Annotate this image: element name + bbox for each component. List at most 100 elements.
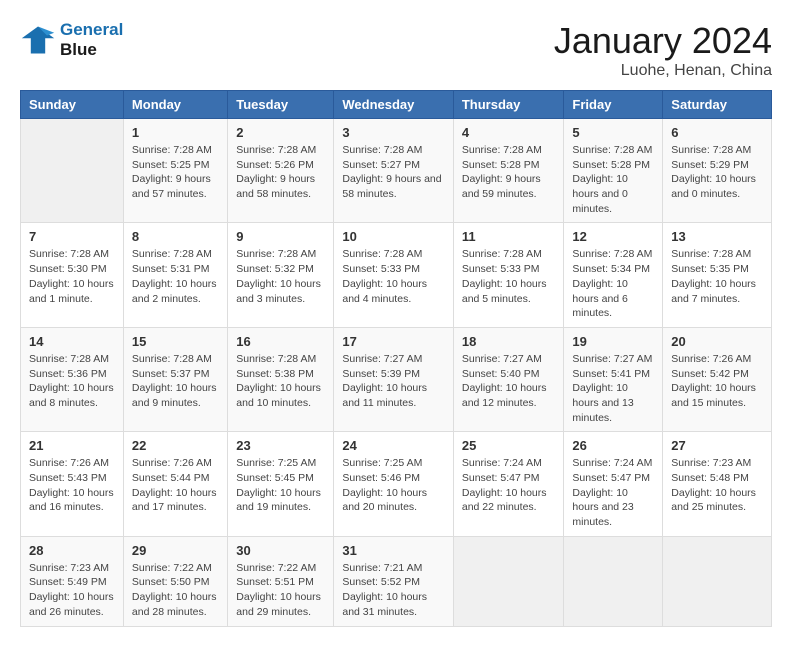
day-info: Sunrise: 7:25 AMSunset: 5:46 PMDaylight:…	[342, 456, 445, 515]
day-number: 21	[29, 438, 115, 453]
day-info: Sunrise: 7:28 AMSunset: 5:38 PMDaylight:…	[236, 352, 325, 411]
day-cell	[663, 536, 772, 626]
day-info: Sunrise: 7:22 AMSunset: 5:51 PMDaylight:…	[236, 561, 325, 620]
day-number: 25	[462, 438, 556, 453]
week-row-3: 14 Sunrise: 7:28 AMSunset: 5:36 PMDayligh…	[21, 327, 772, 431]
day-cell: 31Sunrise: 7:21 AMSunset: 5:52 PMDayligh…	[334, 536, 454, 626]
day-cell: 8 Sunrise: 7:28 AMSunset: 5:31 PMDaylight…	[123, 223, 227, 327]
day-info: Sunrise: 7:28 AMSunset: 5:34 PMDaylight:…	[572, 247, 654, 320]
day-cell: 23Sunrise: 7:25 AMSunset: 5:45 PMDayligh…	[228, 432, 334, 536]
weekday-header-saturday: Saturday	[663, 91, 772, 119]
weekday-header-sunday: Sunday	[21, 91, 124, 119]
day-info: Sunrise: 7:28 AMSunset: 5:26 PMDaylight:…	[236, 143, 325, 202]
day-cell: 4Sunrise: 7:28 AMSunset: 5:28 PMDaylight…	[453, 119, 564, 223]
day-number: 9	[236, 229, 325, 244]
day-cell	[564, 536, 663, 626]
day-number: 4	[462, 125, 556, 140]
day-number: 14	[29, 334, 115, 349]
weekday-header-monday: Monday	[123, 91, 227, 119]
day-cell: 27 Sunrise: 7:23 AMSunset: 5:48 PMDayligh…	[663, 432, 772, 536]
day-info: Sunrise: 7:26 AMSunset: 5:44 PMDaylight:…	[132, 456, 219, 515]
logo-icon	[20, 22, 56, 58]
day-cell: 10 Sunrise: 7:28 AMSunset: 5:33 PMDayligh…	[334, 223, 454, 327]
day-number: 13	[671, 229, 763, 244]
week-row-1: 1 Sunrise: 7:28 AMSunset: 5:25 PMDaylight…	[21, 119, 772, 223]
day-info: Sunrise: 7:28 AMSunset: 5:37 PMDaylight:…	[132, 352, 219, 411]
day-cell: 5 Sunrise: 7:28 AMSunset: 5:28 PMDaylight…	[564, 119, 663, 223]
day-cell: 22 Sunrise: 7:26 AMSunset: 5:44 PMDayligh…	[123, 432, 227, 536]
week-row-2: 7Sunrise: 7:28 AMSunset: 5:30 PMDaylight…	[21, 223, 772, 327]
day-cell: 21 Sunrise: 7:26 AMSunset: 5:43 PMDayligh…	[21, 432, 124, 536]
day-number: 10	[342, 229, 445, 244]
weekday-header-row: SundayMondayTuesdayWednesdayThursdayFrid…	[21, 91, 772, 119]
day-number: 7	[29, 229, 115, 244]
day-cell: 17 Sunrise: 7:27 AMSunset: 5:39 PMDayligh…	[334, 327, 454, 431]
day-info: Sunrise: 7:23 AMSunset: 5:48 PMDaylight:…	[671, 456, 763, 515]
day-cell: 12 Sunrise: 7:28 AMSunset: 5:34 PMDayligh…	[564, 223, 663, 327]
day-cell: 19Sunrise: 7:27 AMSunset: 5:41 PMDayligh…	[564, 327, 663, 431]
day-info: Sunrise: 7:28 AMSunset: 5:33 PMDaylight:…	[462, 247, 556, 306]
day-cell: 16 Sunrise: 7:28 AMSunset: 5:38 PMDayligh…	[228, 327, 334, 431]
weekday-header-tuesday: Tuesday	[228, 91, 334, 119]
day-number: 1	[132, 125, 219, 140]
day-info: Sunrise: 7:28 AMSunset: 5:31 PMDaylight:…	[132, 247, 219, 306]
day-info: Sunrise: 7:28 AMSunset: 5:28 PMDaylight:…	[572, 143, 654, 216]
day-number: 18	[462, 334, 556, 349]
day-cell: 6Sunrise: 7:28 AMSunset: 5:29 PMDaylight…	[663, 119, 772, 223]
day-cell: 13Sunrise: 7:28 AMSunset: 5:35 PMDayligh…	[663, 223, 772, 327]
day-cell: 24Sunrise: 7:25 AMSunset: 5:46 PMDayligh…	[334, 432, 454, 536]
day-info: Sunrise: 7:28 AMSunset: 5:33 PMDaylight:…	[342, 247, 445, 306]
day-cell: 1 Sunrise: 7:28 AMSunset: 5:25 PMDaylight…	[123, 119, 227, 223]
day-cell: 11 Sunrise: 7:28 AMSunset: 5:33 PMDayligh…	[453, 223, 564, 327]
day-info: Sunrise: 7:22 AMSunset: 5:50 PMDaylight:…	[132, 561, 219, 620]
day-number: 22	[132, 438, 219, 453]
day-info: Sunrise: 7:28 AMSunset: 5:32 PMDaylight:…	[236, 247, 325, 306]
day-info: Sunrise: 7:27 AMSunset: 5:39 PMDaylight:…	[342, 352, 445, 411]
day-number: 27	[671, 438, 763, 453]
weekday-header-friday: Friday	[564, 91, 663, 119]
day-info: Sunrise: 7:28 AMSunset: 5:36 PMDaylight:…	[29, 352, 115, 411]
day-number: 12	[572, 229, 654, 244]
day-number: 29	[132, 543, 219, 558]
week-row-4: 21 Sunrise: 7:26 AMSunset: 5:43 PMDayligh…	[21, 432, 772, 536]
day-info: Sunrise: 7:25 AMSunset: 5:45 PMDaylight:…	[236, 456, 325, 515]
day-cell: 2 Sunrise: 7:28 AMSunset: 5:26 PMDaylight…	[228, 119, 334, 223]
weekday-header-thursday: Thursday	[453, 91, 564, 119]
day-number: 5	[572, 125, 654, 140]
day-number: 16	[236, 334, 325, 349]
day-cell: 9 Sunrise: 7:28 AMSunset: 5:32 PMDaylight…	[228, 223, 334, 327]
day-info: Sunrise: 7:24 AMSunset: 5:47 PMDaylight:…	[462, 456, 556, 515]
day-info: Sunrise: 7:28 AMSunset: 5:27 PMDaylight:…	[342, 143, 445, 202]
day-cell: 15Sunrise: 7:28 AMSunset: 5:37 PMDayligh…	[123, 327, 227, 431]
day-number: 20	[671, 334, 763, 349]
day-number: 19	[572, 334, 654, 349]
day-cell: 7Sunrise: 7:28 AMSunset: 5:30 PMDaylight…	[21, 223, 124, 327]
day-number: 6	[671, 125, 763, 140]
day-cell: 14 Sunrise: 7:28 AMSunset: 5:36 PMDayligh…	[21, 327, 124, 431]
day-cell: 25 Sunrise: 7:24 AMSunset: 5:47 PMDayligh…	[453, 432, 564, 536]
day-info: Sunrise: 7:23 AMSunset: 5:49 PMDaylight:…	[29, 561, 115, 620]
day-number: 30	[236, 543, 325, 558]
title-block: January 2024 Luohe, Henan, China	[554, 20, 772, 80]
logo-text: General Blue	[60, 20, 123, 61]
day-number: 2	[236, 125, 325, 140]
month-title: January 2024	[554, 20, 772, 62]
day-info: Sunrise: 7:21 AMSunset: 5:52 PMDaylight:…	[342, 561, 445, 620]
day-number: 28	[29, 543, 115, 558]
day-info: Sunrise: 7:26 AMSunset: 5:43 PMDaylight:…	[29, 456, 115, 515]
weekday-header-wednesday: Wednesday	[334, 91, 454, 119]
day-cell: 30 Sunrise: 7:22 AMSunset: 5:51 PMDayligh…	[228, 536, 334, 626]
day-number: 8	[132, 229, 219, 244]
day-cell	[453, 536, 564, 626]
day-cell: 26Sunrise: 7:24 AMSunset: 5:47 PMDayligh…	[564, 432, 663, 536]
day-info: Sunrise: 7:26 AMSunset: 5:42 PMDaylight:…	[671, 352, 763, 411]
day-cell: 28 Sunrise: 7:23 AMSunset: 5:49 PMDayligh…	[21, 536, 124, 626]
location: Luohe, Henan, China	[554, 62, 772, 80]
day-cell: 20 Sunrise: 7:26 AMSunset: 5:42 PMDayligh…	[663, 327, 772, 431]
day-number: 17	[342, 334, 445, 349]
day-info: Sunrise: 7:28 AMSunset: 5:25 PMDaylight:…	[132, 143, 219, 202]
page-header: General Blue January 2024 Luohe, Henan, …	[20, 20, 772, 80]
calendar-table: SundayMondayTuesdayWednesdayThursdayFrid…	[20, 90, 772, 627]
day-cell: 18Sunrise: 7:27 AMSunset: 5:40 PMDayligh…	[453, 327, 564, 431]
day-number: 11	[462, 229, 556, 244]
